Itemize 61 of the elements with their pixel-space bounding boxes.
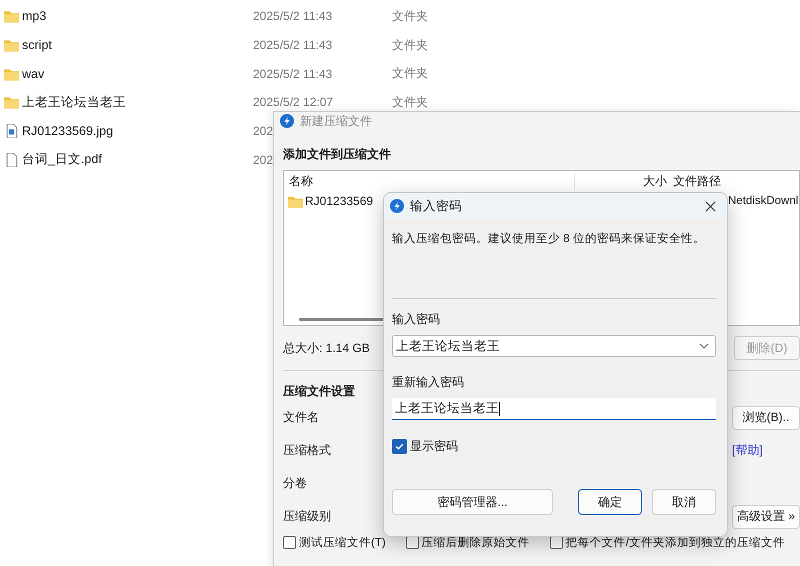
window-title: 新建压缩文件 bbox=[300, 112, 372, 130]
chevron-down-icon bbox=[699, 343, 709, 349]
option-label: 把每个文件/文件夹添加到独立的压缩文件 bbox=[566, 536, 785, 550]
file-name[interactable]: wav bbox=[22, 66, 253, 81]
column-header[interactable]: 名称 bbox=[284, 172, 574, 190]
app-icon bbox=[390, 199, 404, 213]
setting-label: 文件名 bbox=[283, 409, 319, 426]
section-heading: 压缩文件设置 bbox=[283, 383, 356, 400]
setting-label: 压缩格式 bbox=[283, 442, 331, 459]
file-name[interactable]: RJ01233569.jpg bbox=[22, 124, 253, 138]
dialog-button[interactable]: 密码管理器... bbox=[392, 489, 553, 515]
dialog-button[interactable]: 取消 bbox=[652, 489, 716, 515]
file-type: 文件夹 bbox=[392, 94, 428, 111]
settings-button[interactable]: 浏览(B).. bbox=[732, 406, 800, 430]
file-type: 文件夹 bbox=[392, 36, 428, 54]
app-icon bbox=[280, 114, 294, 128]
section-heading: 添加文件到压缩文件 bbox=[283, 146, 392, 163]
option-label: 测试压缩文件(T) bbox=[299, 536, 386, 550]
setting-label: 压缩级别 bbox=[283, 508, 331, 525]
file-path: NetdiskDownl bbox=[728, 195, 798, 207]
field-label: 输入密码 bbox=[392, 311, 441, 327]
file-name[interactable]: 台词_日文.pdf bbox=[22, 151, 253, 168]
password-confirm-field[interactable]: 上老王论坛当老王 bbox=[392, 398, 716, 420]
file-type: 文件夹 bbox=[392, 65, 428, 82]
folder-icon bbox=[4, 66, 19, 81]
file-type: 文件夹 bbox=[392, 8, 428, 25]
file-name[interactable]: script bbox=[22, 38, 253, 52]
option-label: 压缩后删除原始文件 bbox=[422, 536, 530, 550]
check-icon bbox=[394, 441, 405, 452]
checkbox[interactable] bbox=[550, 536, 563, 549]
folder-icon bbox=[4, 9, 19, 24]
column-header[interactable]: 文件路径 bbox=[671, 172, 799, 190]
modified-date: 2025/5/2 11:43 bbox=[253, 66, 332, 81]
modified-date: 202 bbox=[253, 152, 274, 167]
dialog-button[interactable]: 确定 bbox=[578, 489, 642, 515]
dialog-description: 输入压缩包密码。建议使用至少 8 位的密码来保证安全性。 bbox=[392, 231, 706, 246]
field-label: 重新输入密码 bbox=[392, 374, 465, 390]
folder-icon bbox=[4, 95, 19, 110]
password-field[interactable]: 上老王论坛当老王 bbox=[392, 335, 716, 357]
checkbox[interactable] bbox=[283, 536, 296, 549]
folder-icon bbox=[4, 38, 19, 52]
help-link[interactable]: [帮助] bbox=[732, 442, 800, 459]
modified-date: 202 bbox=[253, 124, 274, 138]
total-size: 总大小: 1.14 GB bbox=[283, 340, 370, 356]
setting-label: 分卷 bbox=[283, 475, 307, 492]
checkbox-label: 显示密码 bbox=[410, 438, 458, 455]
image-file-icon bbox=[4, 124, 19, 138]
folder-icon bbox=[288, 194, 303, 208]
file-name[interactable]: mp3 bbox=[22, 9, 253, 24]
checkbox[interactable] bbox=[406, 536, 419, 549]
modified-date: 2025/5/2 11:43 bbox=[253, 38, 332, 52]
checkbox[interactable] bbox=[392, 439, 407, 454]
document-file-icon bbox=[4, 152, 19, 167]
file-name[interactable]: RJ01233569 bbox=[305, 194, 374, 208]
file-name[interactable]: 上老王论坛当老王 bbox=[22, 94, 253, 111]
modified-date: 2025/5/2 11:43 bbox=[253, 9, 332, 24]
column-header[interactable]: 大小 bbox=[574, 172, 671, 190]
modified-date: 2025/5/2 12:07 bbox=[253, 95, 334, 110]
settings-button[interactable]: 高级设置 » bbox=[732, 504, 800, 528]
dialog-title: 输入密码 bbox=[410, 198, 462, 214]
close-icon[interactable] bbox=[705, 200, 716, 212]
